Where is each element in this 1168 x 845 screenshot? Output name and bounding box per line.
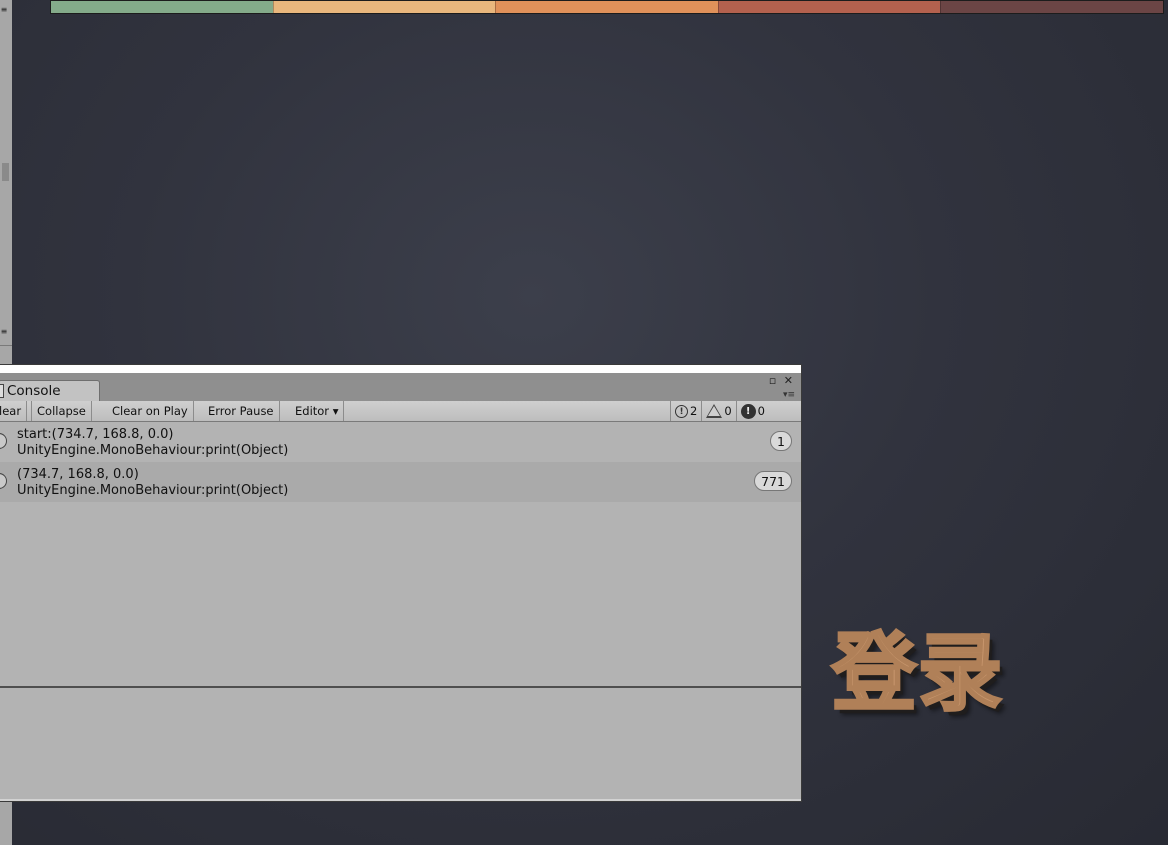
- console-window: Console ▫ ✕ ▾≡ lear Collapse Clear on Pl…: [0, 365, 801, 801]
- error-count: 0: [757, 404, 765, 418]
- console-bottom-edge: [0, 799, 801, 801]
- clear-button[interactable]: lear: [0, 401, 28, 421]
- info-icon: !: [675, 404, 688, 418]
- color-segment-1: [51, 1, 273, 13]
- info-filter-toggle[interactable]: ! 2: [670, 401, 701, 421]
- log-source: UnityEngine.MonoBehaviour:print(Object): [17, 483, 289, 498]
- panel-menu-icon[interactable]: ≡: [0, 6, 8, 14]
- close-icon[interactable]: ✕: [784, 375, 793, 386]
- error-icon: !: [740, 403, 756, 419]
- error-pause-button[interactable]: Error Pause: [203, 401, 280, 421]
- editor-dropdown[interactable]: Editor ▾: [290, 401, 345, 421]
- console-header: Console ▫ ✕ ▾≡: [0, 373, 801, 401]
- scrollbar-thumb[interactable]: [2, 163, 9, 181]
- collapse-button[interactable]: Collapse: [31, 401, 92, 421]
- warning-filter-toggle[interactable]: 0: [701, 401, 735, 421]
- warning-icon: [706, 404, 723, 418]
- log-source: UnityEngine.MonoBehaviour:print(Object): [17, 443, 289, 458]
- info-count: 2: [690, 404, 698, 418]
- log-info-icon: [0, 473, 7, 489]
- login-label[interactable]: 登录: [830, 606, 1004, 727]
- log-detail-panel: [0, 688, 801, 801]
- log-entry[interactable]: start:(734.7, 168.8, 0.0) UnityEngine.Mo…: [0, 422, 801, 462]
- log-entry[interactable]: (734.7, 168.8, 0.0) UnityEngine.MonoBeha…: [0, 462, 801, 502]
- window-menu-icon[interactable]: ▾≡: [783, 390, 795, 400]
- tab-console[interactable]: Console: [0, 380, 100, 401]
- color-gradient-bar: [50, 0, 1164, 14]
- panel-divider: [0, 345, 12, 346]
- log-count-badge: 771: [754, 471, 792, 491]
- color-segment-5: [940, 1, 1163, 13]
- log-list: start:(734.7, 168.8, 0.0) UnityEngine.Mo…: [0, 422, 801, 686]
- log-message: start:(734.7, 168.8, 0.0): [17, 427, 174, 442]
- clear-on-play-button[interactable]: Clear on Play: [107, 401, 194, 421]
- log-info-icon: [0, 433, 7, 449]
- color-segment-4: [717, 1, 941, 13]
- warning-count: 0: [724, 404, 732, 418]
- tab-console-label: Console: [7, 383, 61, 399]
- panel-menu-icon-2[interactable]: ≡: [0, 328, 8, 336]
- console-tab-icon: [0, 384, 4, 398]
- console-toolbar: lear Collapse Clear on Play Error Pause …: [0, 401, 801, 422]
- color-segment-2: [272, 1, 496, 13]
- log-message: (734.7, 168.8, 0.0): [17, 467, 139, 482]
- maximize-icon[interactable]: ▫: [769, 375, 776, 386]
- window-controls: ▫ ✕: [765, 375, 793, 386]
- log-filter-group: ! 2 0 ! 0: [670, 401, 769, 421]
- console-top-border: [0, 365, 801, 373]
- error-filter-toggle[interactable]: ! 0: [735, 401, 769, 421]
- log-count-badge: 1: [770, 431, 792, 451]
- color-segment-3: [495, 1, 718, 13]
